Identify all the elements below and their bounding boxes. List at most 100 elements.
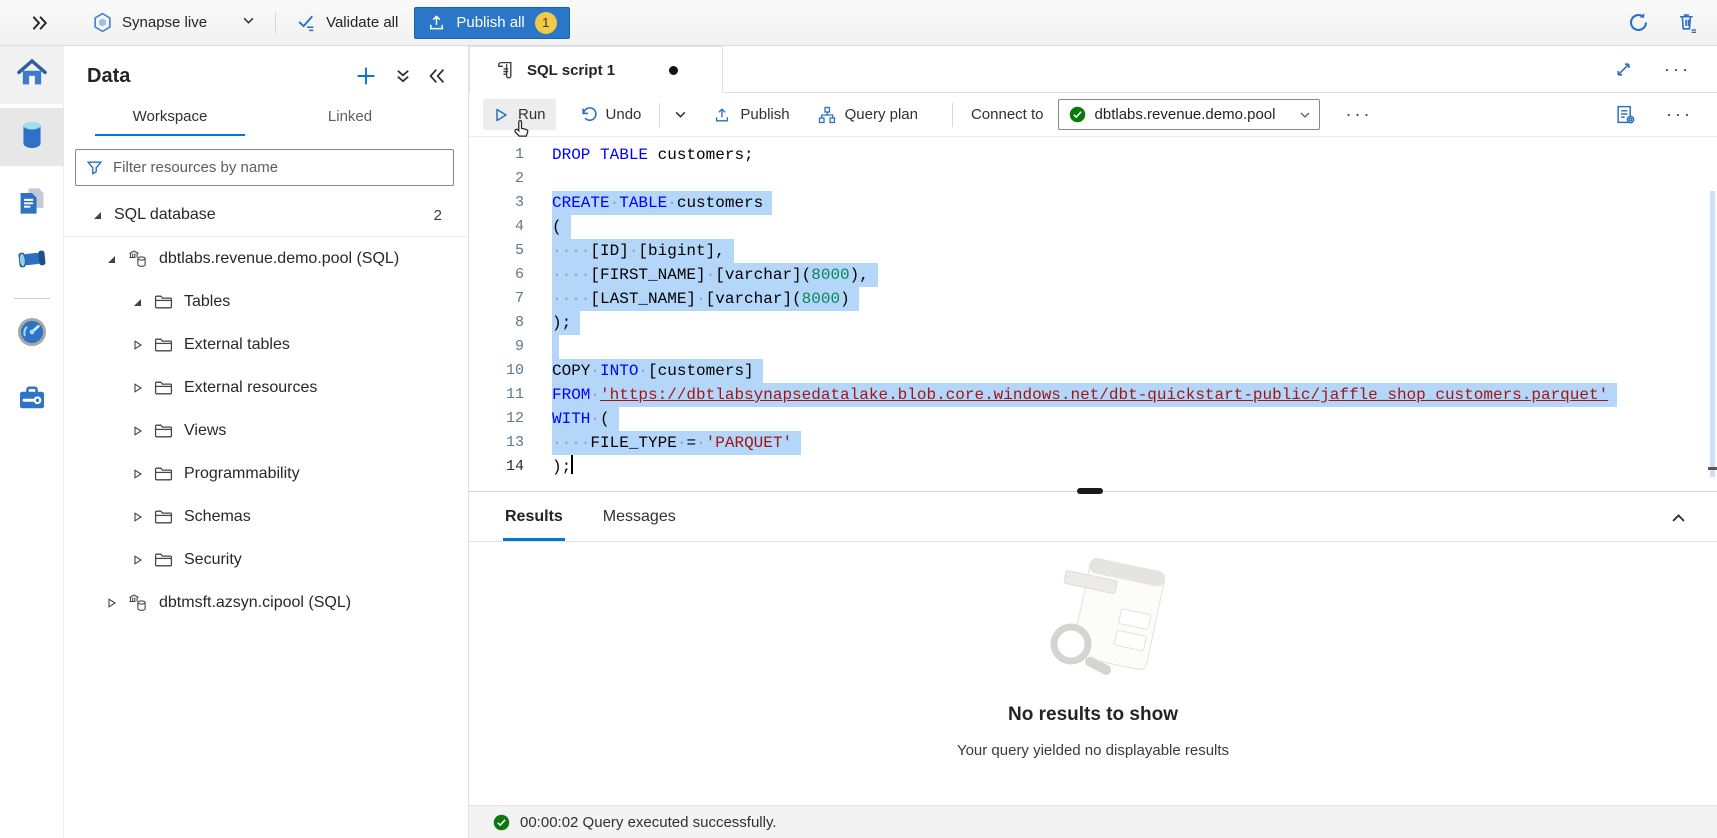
run-options-chevron[interactable] xyxy=(668,101,693,128)
code-line-6[interactable]: 6····[FIRST_NAME]·[varchar](8000), xyxy=(469,263,1717,287)
undo-button[interactable]: Undo xyxy=(570,99,652,130)
run-button[interactable]: Run xyxy=(483,99,556,130)
pool-name: dbtlabs.revenue.demo.pool xyxy=(1095,106,1276,123)
line-number: 10 xyxy=(469,359,539,383)
folder-icon xyxy=(154,423,173,439)
line-number: 1 xyxy=(469,143,539,167)
toolbar-more-icon[interactable]: ··· xyxy=(1342,104,1377,125)
editor-more-actions-icon[interactable]: ··· xyxy=(1662,104,1697,125)
caret-expanded-icon[interactable] xyxy=(90,209,104,221)
collapse-all-icon[interactable] xyxy=(394,67,412,85)
pool-select[interactable]: dbtlabs.revenue.demo.pool xyxy=(1058,99,1320,130)
code-line-8[interactable]: 8); xyxy=(469,311,1717,335)
collapse-panel-icon[interactable] xyxy=(428,67,446,85)
publish-button[interactable]: Publish xyxy=(703,99,799,131)
nav-home-button[interactable] xyxy=(0,46,64,104)
nav-data-button[interactable] xyxy=(0,108,64,166)
line-number: 2 xyxy=(469,167,539,191)
expand-editor-icon[interactable] xyxy=(1615,61,1632,78)
tab-linked[interactable]: Linked xyxy=(275,100,425,136)
splitter-drag-handle[interactable] xyxy=(1077,488,1103,494)
tab-more-actions-icon[interactable]: ··· xyxy=(1660,59,1695,80)
publish-all-button[interactable]: Publish all 1 xyxy=(414,7,569,39)
query-plan-button[interactable]: Query plan xyxy=(808,99,928,131)
tree-item-tables[interactable]: Tables xyxy=(64,280,468,323)
refresh-icon[interactable] xyxy=(1627,11,1650,34)
tree-item-schemas[interactable]: Schemas xyxy=(64,495,468,538)
tree-item-label: Security xyxy=(184,551,242,569)
code-line-4[interactable]: 4( xyxy=(469,215,1717,239)
database-icon xyxy=(17,119,47,156)
nav-integrate-button[interactable] xyxy=(0,232,64,290)
tree-item-external-resources[interactable]: External resources xyxy=(64,366,468,409)
code-line-7[interactable]: 7····[LAST_NAME]·[varchar](8000) xyxy=(469,287,1717,311)
caret-expanded-icon[interactable] xyxy=(104,253,118,265)
code-line-content xyxy=(552,335,559,359)
sql-pool-icon xyxy=(128,593,148,613)
code-line-3[interactable]: 3CREATE·TABLE·customers xyxy=(469,191,1717,215)
tree-item-security[interactable]: Security xyxy=(64,538,468,581)
home-icon xyxy=(16,57,48,94)
mode-selector[interactable]: Synapse live xyxy=(92,12,255,33)
data-explorer-panel: Data Workspace Linked xyxy=(64,46,469,838)
tab-results[interactable]: Results xyxy=(503,508,565,541)
nav-divider xyxy=(14,298,50,299)
tree-item-dbtlabs-revenue-demo-pool-sql[interactable]: dbtlabs.revenue.demo.pool (SQL) xyxy=(64,237,468,280)
code-line-5[interactable]: 5····[ID]·[bigint], xyxy=(469,239,1717,263)
code-line-2[interactable]: 2 xyxy=(469,167,1717,191)
caret-collapsed-icon[interactable] xyxy=(130,339,144,351)
add-resource-icon[interactable] xyxy=(354,64,378,88)
folder-icon xyxy=(154,380,173,396)
code-line-9[interactable]: 9 xyxy=(469,335,1717,359)
document-icon xyxy=(16,185,48,222)
tree-item-external-tables[interactable]: External tables xyxy=(64,323,468,366)
tree-item-views[interactable]: Views xyxy=(64,409,468,452)
code-line-1[interactable]: 1DROP TABLE customers; xyxy=(469,143,1717,167)
validate-all-button[interactable]: Validate all xyxy=(296,12,398,33)
query-plan-icon xyxy=(818,106,836,124)
filter-input[interactable] xyxy=(111,158,443,177)
publish-count-badge: 1 xyxy=(535,12,557,34)
overview-ruler xyxy=(1708,137,1717,490)
code-line-content: ····[LAST_NAME]·[varchar](8000) xyxy=(552,287,859,311)
caret-collapsed-icon[interactable] xyxy=(130,382,144,394)
tree-item-dbtmsft-azsyn-cipool-sql[interactable]: dbtmsft.azsyn.cipool (SQL) xyxy=(64,581,468,624)
collapse-results-icon[interactable] xyxy=(1670,510,1687,527)
properties-icon[interactable] xyxy=(1615,104,1636,125)
code-line-content: COPY·INTO·[customers] xyxy=(552,359,763,383)
nav-develop-button[interactable] xyxy=(0,174,64,232)
tree-item-programmability[interactable]: Programmability xyxy=(64,452,468,495)
code-line-13[interactable]: 13····FILE_TYPE·=·'PARQUET' xyxy=(469,431,1717,455)
caret-collapsed-icon[interactable] xyxy=(104,597,118,609)
code-line-12[interactable]: 12WITH·( xyxy=(469,407,1717,431)
caret-collapsed-icon[interactable] xyxy=(130,511,144,523)
tree-item-label: Schemas xyxy=(184,508,251,526)
code-line-11[interactable]: 11FROM·'https://dbtlabsynapsedatalake.bl… xyxy=(469,383,1717,407)
discard-all-icon[interactable] xyxy=(1676,11,1699,34)
line-number: 6 xyxy=(469,263,539,287)
nav-manage-button[interactable] xyxy=(0,371,64,429)
tree-item-count: 2 xyxy=(434,207,468,224)
nav-monitor-button[interactable] xyxy=(0,307,64,361)
empty-results-subtitle: Your query yielded no displayable result… xyxy=(957,742,1229,759)
caret-expanded-icon[interactable] xyxy=(130,296,144,308)
divider xyxy=(275,12,276,34)
folder-icon xyxy=(154,466,173,482)
left-hub-nav xyxy=(0,46,64,838)
status-message: 00:00:02 Query executed successfully. xyxy=(520,814,777,831)
tab-sql-script-1[interactable]: SQL script 1 xyxy=(469,46,723,93)
code-line-10[interactable]: 10 COPY·INTO·[customers] xyxy=(469,359,1717,383)
code-line-14[interactable]: 14); xyxy=(469,455,1717,479)
sql-code-editor[interactable]: 1DROP TABLE customers;23CREATE·TABLE·cus… xyxy=(469,137,1717,490)
tab-messages[interactable]: Messages xyxy=(601,508,678,541)
line-number: 11 xyxy=(469,383,539,407)
caret-collapsed-icon[interactable] xyxy=(130,425,144,437)
caret-collapsed-icon[interactable] xyxy=(130,554,144,566)
tree-item-label: dbtlabs.revenue.demo.pool (SQL) xyxy=(159,250,399,268)
tree-item-sql-database[interactable]: SQL database2 xyxy=(64,194,468,237)
success-check-icon xyxy=(493,814,510,831)
caret-collapsed-icon[interactable] xyxy=(130,468,144,480)
panel-splitter[interactable] xyxy=(469,490,1717,493)
expand-nav-icon[interactable] xyxy=(30,14,48,32)
tab-workspace[interactable]: Workspace xyxy=(95,100,245,136)
